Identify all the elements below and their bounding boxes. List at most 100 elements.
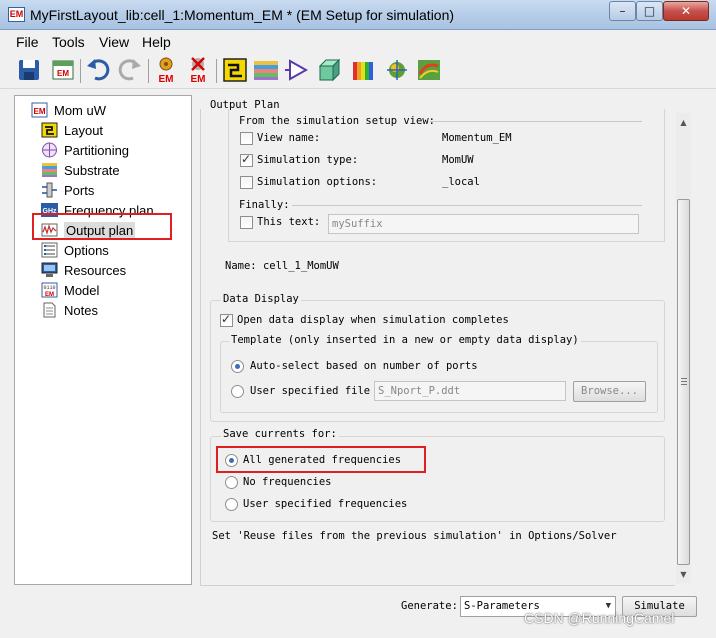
menu-view[interactable]: View bbox=[99, 34, 129, 50]
far-field-icon[interactable] bbox=[416, 56, 442, 84]
auto-select-label: Auto-select based on number of ports bbox=[250, 360, 478, 372]
menu-file[interactable]: File bbox=[16, 34, 39, 50]
tree-item-ports[interactable]: Ports bbox=[41, 180, 94, 200]
scroll-thumb[interactable] bbox=[677, 199, 690, 565]
tree-root[interactable]: EM Mom uW bbox=[31, 100, 106, 120]
minimize-button[interactable]: – bbox=[609, 1, 636, 21]
panel-border bbox=[200, 585, 675, 586]
ports-icon bbox=[42, 182, 57, 198]
title-bar: EM MyFirstLayout_lib:cell_1:Momentum_EM … bbox=[0, 0, 716, 30]
this-text-field[interactable]: mySuffix bbox=[328, 214, 639, 234]
scroll-up-arrow-icon[interactable]: ▲ bbox=[676, 115, 691, 130]
tree-item-substrate[interactable]: Substrate bbox=[41, 160, 120, 180]
view-name-checkbox[interactable] bbox=[240, 132, 253, 145]
svg-text:EM: EM bbox=[57, 69, 69, 78]
simulation-options-label: Simulation options: bbox=[257, 176, 378, 188]
watermark: CSDN @RunningCamel bbox=[524, 610, 675, 626]
this-text-checkbox[interactable] bbox=[240, 216, 253, 229]
em-stop-icon[interactable]: EM bbox=[185, 56, 211, 84]
this-text-label: This text: bbox=[257, 216, 321, 228]
svg-text:EM: EM bbox=[34, 107, 46, 116]
tree-item-model[interactable]: 0110 EM Model bbox=[41, 280, 99, 300]
menu-bar: File Tools View Help bbox=[0, 31, 716, 53]
3d-view-icon[interactable] bbox=[350, 56, 376, 84]
divider bbox=[292, 205, 642, 206]
from-view-label: From the simulation setup view: bbox=[239, 115, 435, 127]
menu-help[interactable]: Help bbox=[142, 34, 171, 50]
output-plan-highlight bbox=[32, 213, 172, 240]
view-name-label: View name: bbox=[257, 132, 321, 144]
name-label: Name: cell_1_MomUW bbox=[225, 260, 339, 272]
toolbar-separator bbox=[80, 59, 81, 83]
user-frequencies-label: User specified frequencies bbox=[243, 498, 408, 510]
svg-text:0110: 0110 bbox=[43, 285, 55, 291]
tree-item-notes[interactable]: Notes bbox=[41, 300, 98, 320]
browse-button[interactable]: Browse... bbox=[573, 381, 646, 402]
tree-item-layout[interactable]: Layout bbox=[41, 120, 103, 140]
all-frequencies-highlight bbox=[216, 446, 426, 473]
component-icon[interactable] bbox=[284, 56, 310, 84]
em-simulate-icon[interactable]: EM bbox=[153, 56, 179, 84]
tree-item-label: Notes bbox=[64, 302, 98, 318]
substrate-icon bbox=[42, 163, 57, 177]
no-frequencies-label: No frequencies bbox=[243, 476, 332, 488]
template-title: Template (only inserted in a new or empt… bbox=[229, 334, 581, 346]
tree-item-label: Substrate bbox=[64, 162, 120, 178]
window-title: MyFirstLayout_lib:cell_1:Momentum_EM * (… bbox=[30, 7, 455, 23]
reuse-files-note: Set 'Reuse files from the previous simul… bbox=[212, 530, 617, 542]
data-display-title: Data Display bbox=[221, 293, 301, 305]
no-frequencies-radio[interactable] bbox=[225, 476, 238, 489]
panel-border bbox=[200, 109, 201, 585]
undo-icon[interactable] bbox=[85, 56, 111, 84]
close-button[interactable]: ✕ bbox=[663, 1, 709, 21]
user-frequencies-radio[interactable] bbox=[225, 498, 238, 511]
maximize-button[interactable]: □ bbox=[636, 1, 663, 21]
resources-icon bbox=[41, 262, 58, 277]
tree-item-label: Partitioning bbox=[64, 142, 130, 158]
save-currents-title: Save currents for: bbox=[221, 428, 339, 440]
em-app-icon: EM bbox=[8, 7, 25, 22]
svg-text:EM: EM bbox=[191, 74, 206, 84]
em-view-icon[interactable]: EM bbox=[50, 56, 76, 84]
open-data-display-checkbox[interactable] bbox=[220, 312, 233, 327]
tree-item-label: Model bbox=[64, 282, 100, 298]
tree-item-label: Layout bbox=[64, 122, 104, 138]
name-caption: Name: bbox=[225, 260, 257, 272]
model-icon: 0110 EM bbox=[41, 282, 58, 298]
simulation-options-value: _local bbox=[442, 176, 480, 188]
toolbar-separator bbox=[216, 59, 217, 83]
svg-text:EM: EM bbox=[159, 74, 174, 84]
partitioning-icon bbox=[42, 142, 57, 158]
user-file-radio[interactable] bbox=[231, 385, 244, 398]
simulation-type-value: MomUW bbox=[442, 154, 474, 166]
name-value: cell_1_MomUW bbox=[262, 260, 339, 272]
toolbar-separator bbox=[148, 59, 149, 83]
scroll-down-arrow-icon[interactable]: ▼ bbox=[676, 567, 691, 582]
tree-item-label: Ports bbox=[64, 182, 95, 198]
auto-select-radio[interactable] bbox=[231, 360, 244, 373]
save-icon[interactable] bbox=[16, 56, 42, 84]
schematic-icon[interactable] bbox=[222, 56, 248, 84]
vertical-scrollbar[interactable]: ▲ ▼ bbox=[676, 113, 691, 583]
svg-text:EM: EM bbox=[45, 292, 54, 298]
toolbar: EM EM EM bbox=[0, 53, 716, 89]
tree-item-label: Options bbox=[64, 242, 109, 258]
substrate-layers-icon[interactable] bbox=[253, 56, 279, 84]
layout-icon bbox=[41, 122, 58, 138]
simulation-type-checkbox[interactable] bbox=[240, 152, 253, 167]
tree-item-resources[interactable]: Resources bbox=[41, 260, 126, 280]
finally-label: Finally: bbox=[239, 199, 290, 211]
mesh-icon[interactable] bbox=[384, 56, 410, 84]
tree-item-options[interactable]: Options bbox=[41, 240, 109, 260]
3d-box-icon[interactable] bbox=[316, 56, 342, 84]
view-name-value: Momentum_EM bbox=[442, 132, 512, 144]
generate-label: Generate: bbox=[401, 600, 458, 612]
tree-item-partitioning[interactable]: Partitioning bbox=[41, 140, 129, 160]
menu-tools[interactable]: Tools bbox=[52, 34, 85, 50]
tree-item-label: Resources bbox=[64, 262, 127, 278]
divider bbox=[430, 121, 642, 122]
simulation-options-checkbox[interactable] bbox=[240, 176, 253, 189]
user-file-field[interactable]: S_Nport_P.ddt bbox=[374, 381, 566, 401]
simulation-type-label: Simulation type: bbox=[257, 154, 359, 166]
redo-icon[interactable] bbox=[117, 56, 143, 84]
